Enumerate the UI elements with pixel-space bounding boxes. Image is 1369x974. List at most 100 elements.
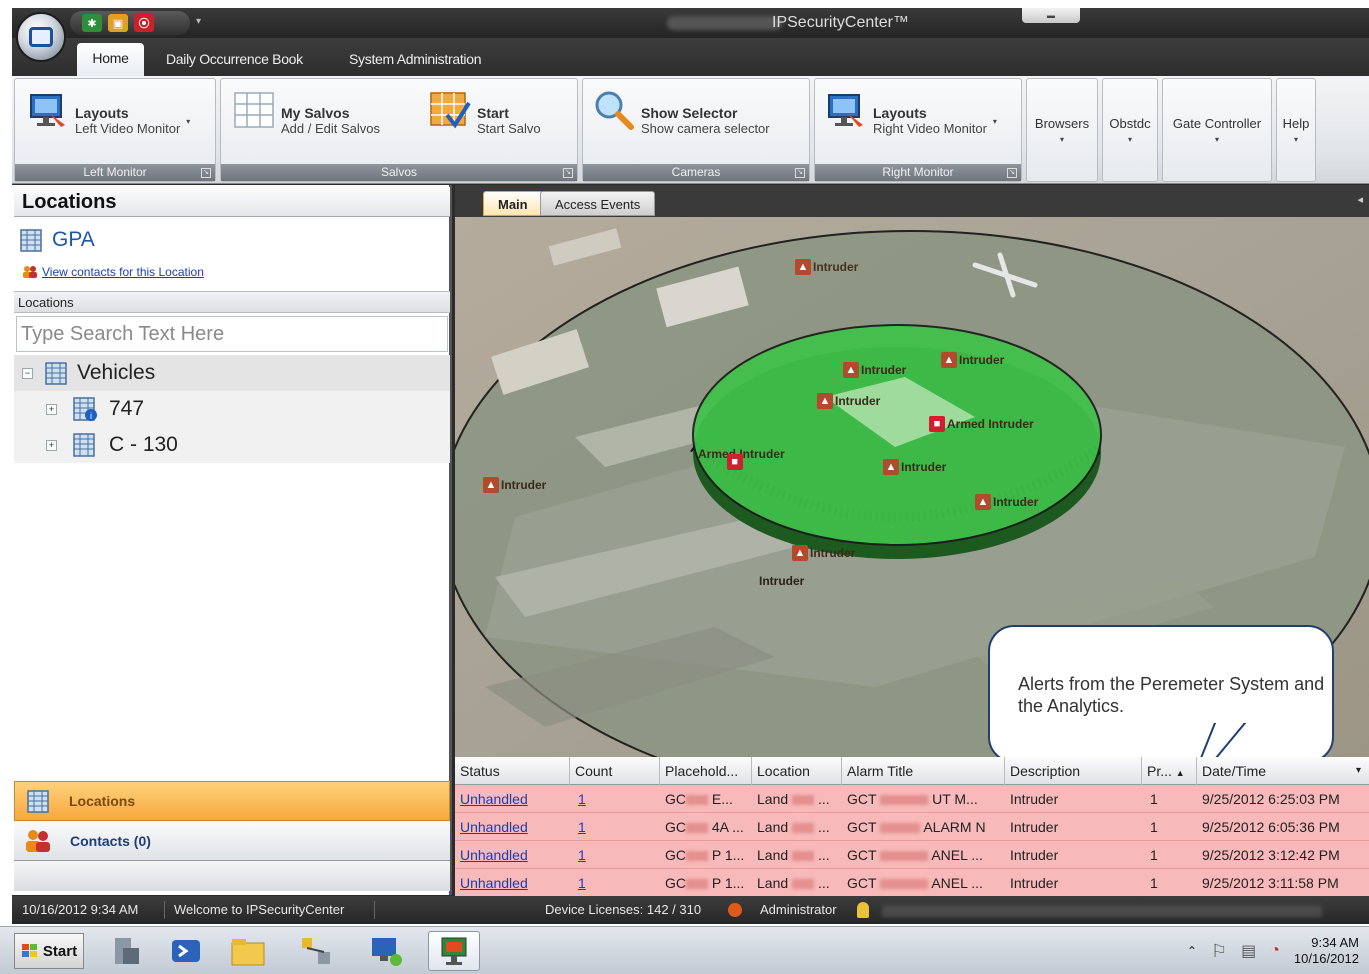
count-link[interactable]: 1 xyxy=(570,841,660,869)
map-marker-intruder[interactable]: ▲ Intruder xyxy=(975,494,1038,510)
map-marker-label: Intruder xyxy=(810,546,856,560)
map-marker-armed-intruder[interactable]: Armed Intruder ■ xyxy=(698,438,785,470)
map-marker-intruder[interactable]: ▲ Intruder xyxy=(883,459,946,475)
map-marker-intruder[interactable]: ▲ Intruder xyxy=(941,352,1004,368)
map-marker-intruder[interactable]: ▲ Intruder xyxy=(843,362,906,378)
dropdown-arrow-icon[interactable]: ▾ xyxy=(993,117,997,126)
tray-expand-icon[interactable]: ⌃ xyxy=(1187,944,1197,958)
status-link[interactable]: Unhandled xyxy=(455,813,570,841)
taskbar-network-tool[interactable] xyxy=(290,931,342,971)
salvo-grid-icon xyxy=(234,92,274,128)
expand-icon[interactable]: + xyxy=(46,439,57,451)
count-link[interactable]: 1 xyxy=(570,813,660,841)
taskbar-powershell[interactable] xyxy=(160,931,212,971)
browsers-button[interactable]: Browsers ▾ xyxy=(1026,78,1098,182)
tree-node-c-130[interactable]: + C - 130 xyxy=(14,427,450,463)
column-header-location[interactable]: Location xyxy=(752,757,842,785)
map-marker-label: Intruder xyxy=(901,460,947,474)
qat-customize-icon[interactable]: ▾ xyxy=(196,16,201,27)
map-marker-intruder[interactable]: ▲ Intruder xyxy=(795,259,858,275)
dialog-launcher-icon[interactable]: ↘ xyxy=(795,168,805,178)
left-layouts-button[interactable]: Layouts Left Video Monitor ▾ xyxy=(27,89,190,149)
column-header-description[interactable]: Description xyxy=(1005,757,1142,785)
help-button[interactable]: Help ▾ xyxy=(1276,78,1316,182)
alarm-row[interactable]: Unhandled 1 GC P 1... Land ... GCT ANEL … xyxy=(455,869,1369,897)
dropdown-arrow-icon[interactable]: ▾ xyxy=(186,117,190,126)
column-header-priority[interactable]: Pr... ▲ xyxy=(1142,757,1197,785)
dialog-launcher-icon[interactable]: ↘ xyxy=(201,168,211,178)
dialog-launcher-icon[interactable]: ↘ xyxy=(563,168,573,178)
placeholder-suffix: P 1... xyxy=(711,847,745,863)
nav-locations[interactable]: Locations xyxy=(14,781,450,821)
location-suffix: ... xyxy=(817,847,830,863)
remote-desktop-icon xyxy=(372,938,402,966)
tree-node-747[interactable]: + i 747 xyxy=(14,391,450,427)
tab-home[interactable]: Home xyxy=(77,43,144,76)
title-bar: ✱ ▣ ⦿ ▾ IPSecurityCenter™ ▬ xyxy=(12,8,1369,38)
collapse-icon[interactable]: − xyxy=(22,367,33,379)
map-marker-intruder[interactable]: ▲ Intruder xyxy=(483,477,546,493)
status-link[interactable]: Unhandled xyxy=(455,841,570,869)
stop-icon[interactable]: ⦿ xyxy=(134,14,154,32)
taskbar-clock[interactable]: 9:34 AM 10/16/2012 xyxy=(1294,935,1359,967)
dialog-launcher-icon[interactable]: ↘ xyxy=(1007,168,1017,178)
application-menu-button[interactable] xyxy=(16,12,66,62)
obstdc-button[interactable]: Obstdc ▾ xyxy=(1102,78,1158,182)
view-contacts-link[interactable]: View contacts for this Location xyxy=(22,265,204,279)
my-salvos-button[interactable]: My Salvos Add / Edit Salvos xyxy=(233,89,380,149)
nav-contacts[interactable]: Contacts (0) xyxy=(14,821,450,861)
location-search-input[interactable] xyxy=(16,316,448,352)
tab-access-events[interactable]: Access Events xyxy=(540,191,656,216)
map-marker-intruder[interactable]: ▲ Intruder xyxy=(817,393,880,409)
column-header-alarm-title[interactable]: Alarm Title xyxy=(842,757,1005,785)
taskbar-server-manager[interactable] xyxy=(100,931,152,971)
tree-node-vehicles[interactable]: − Vehicles xyxy=(14,355,450,391)
refresh-icon[interactable]: ✱ xyxy=(82,14,102,32)
tab-main[interactable]: Main xyxy=(483,191,543,216)
alarm-row[interactable]: Unhandled 1 GC P 1... Land ... GCT ANEL … xyxy=(455,841,1369,869)
svg-text:i: i xyxy=(90,411,92,421)
armed-alert-icon: ■ xyxy=(929,416,945,432)
alarm-title-prefix: GCT xyxy=(847,819,877,835)
ribbon-collapse-button[interactable]: ▬ xyxy=(1022,8,1080,23)
start-button[interactable]: Start xyxy=(14,933,84,969)
action-center-flag-icon[interactable]: ⚐ xyxy=(1211,941,1227,962)
taskbar-ipsecuritycenter[interactable] xyxy=(428,931,480,971)
building-icon xyxy=(73,433,95,457)
building-icon xyxy=(45,362,67,385)
site-map[interactable]: ▲ Intruder ▲ Intruder ▲ Intruder ▲ Intruder … xyxy=(455,217,1369,757)
map-marker-armed-intruder[interactable]: ■ Armed Intruder xyxy=(929,416,1034,432)
count-link[interactable]: 1 xyxy=(570,869,660,897)
right-layouts-button[interactable]: Layouts Right Video Monitor ▾ xyxy=(825,89,997,149)
folder-icon[interactable]: ▣ xyxy=(108,14,128,32)
map-marker-intruder[interactable]: ▲ Intruder xyxy=(792,545,855,561)
locations-panel-title: Locations xyxy=(14,187,450,217)
locations-subheader: Locations xyxy=(14,291,450,313)
status-link[interactable]: Unhandled xyxy=(455,785,570,813)
network-icon[interactable]: ▤ xyxy=(1241,941,1256,961)
start-salvo-button[interactable]: Start Start Salvo xyxy=(429,89,541,149)
alarm-row[interactable]: Unhandled 1 GC 4A ... Land ... GCT ALARM… xyxy=(455,813,1369,841)
group-label-right-monitor: Right Monitor xyxy=(815,164,1021,181)
gate-controller-button[interactable]: Gate Controller ▾ xyxy=(1162,78,1272,182)
show-selector-button[interactable]: Show Selector Show camera selector xyxy=(593,89,770,149)
tab-scroll-icon[interactable]: ◂ xyxy=(1357,193,1363,206)
column-header-count[interactable]: Count xyxy=(570,757,660,785)
group-salvos: My Salvos Add / Edit Salvos Start Start Sa… xyxy=(220,78,578,182)
alarm-row[interactable]: Unhandled 1 GC E... Land ... GCT UT M...… xyxy=(455,785,1369,813)
expand-icon[interactable]: + xyxy=(46,403,57,415)
taskbar-explorer[interactable] xyxy=(222,931,274,971)
volume-muted-icon[interactable]: ◔ xyxy=(1270,942,1280,960)
app-logo-icon xyxy=(29,27,53,47)
column-header-placeholder[interactable]: Placehold... xyxy=(660,757,752,785)
column-header-status[interactable]: Status xyxy=(455,757,570,785)
count-link[interactable]: 1 xyxy=(570,785,660,813)
tab-daily-occurrence-book[interactable]: Daily Occurrence Book xyxy=(166,44,303,74)
alarm-title-suffix: UT M... xyxy=(932,791,978,807)
column-header-datetime[interactable]: Date/Time ▾ xyxy=(1197,757,1369,785)
tab-system-administration[interactable]: System Administration xyxy=(349,44,482,74)
taskbar-remote-desktop[interactable] xyxy=(360,931,412,971)
status-link[interactable]: Unhandled xyxy=(455,869,570,897)
placeholder-prefix: GC xyxy=(665,819,686,835)
status-separator xyxy=(164,901,165,919)
